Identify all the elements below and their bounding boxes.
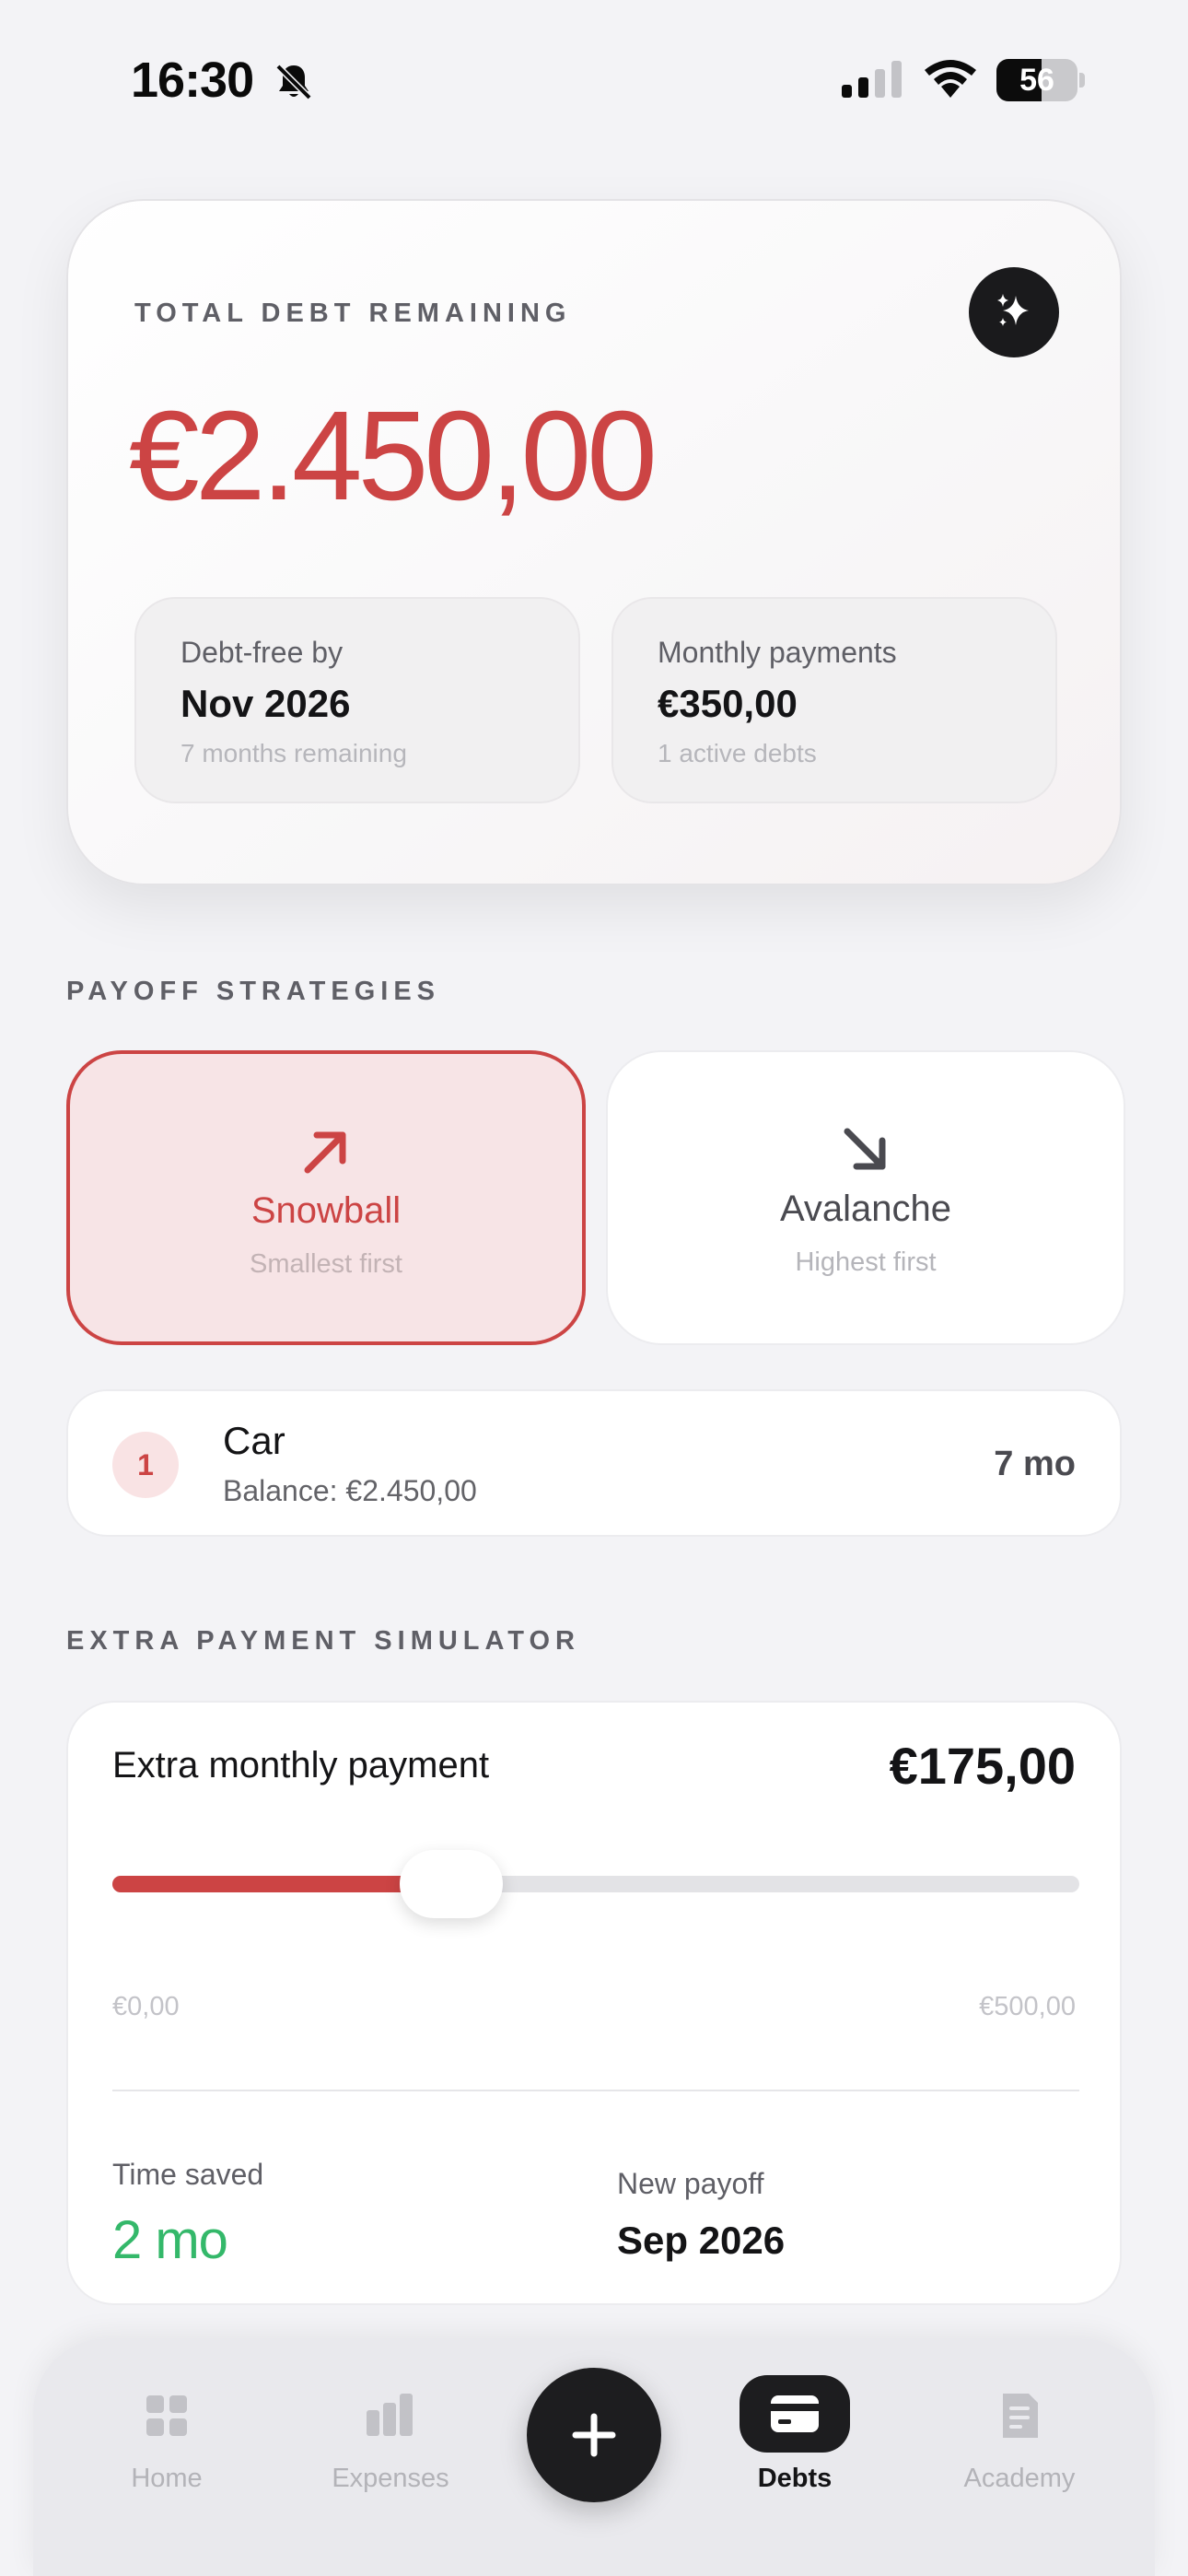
cellular-signal-icon	[842, 61, 902, 98]
divider	[112, 2090, 1079, 2091]
status-bar: 16:30 56	[0, 0, 1188, 138]
arrow-up-right-icon	[304, 1131, 346, 1174]
tab-label: Academy	[963, 2464, 1076, 2493]
months-remaining: 7 months remaining	[181, 739, 407, 767]
tab-label: Debts	[757, 2464, 833, 2493]
document-icon	[1003, 2394, 1038, 2438]
plus-icon	[572, 2413, 616, 2457]
total-debt-heading: TOTAL DEBT REMAINING	[134, 299, 572, 328]
tab-debts[interactable]: Debts	[703, 2375, 887, 2510]
ai-insights-button[interactable]	[969, 267, 1059, 357]
new-payoff-label: New payoff	[617, 2167, 764, 2200]
slider-thumb[interactable]	[399, 1850, 503, 1918]
strategy-description: Smallest first	[250, 1249, 402, 1279]
battery-indicator: 56	[996, 59, 1085, 101]
status-time: 16:30	[131, 53, 254, 108]
debt-name: Car	[223, 1419, 285, 1462]
debts-screen: 16:30 56 TOTAL DEBT REMAINING €2.450,00 …	[0, 0, 1188, 2576]
debt-free-label: Debt-free by	[181, 636, 344, 669]
extra-payment-amount: €175,00	[889, 1737, 1076, 1795]
strategy-snowball-button[interactable]: Snowball Smallest first	[66, 1050, 586, 1345]
total-debt-card: TOTAL DEBT REMAINING €2.450,00 Debt-free…	[66, 199, 1122, 885]
strategy-name: Avalanche	[779, 1188, 952, 1229]
total-debt-amount: €2.450,00	[129, 385, 658, 527]
tab-label: Home	[131, 2464, 203, 2493]
payoff-strategies-heading: PAYOFF STRATEGIES	[66, 977, 441, 1006]
monthly-payments-amount: €350,00	[658, 682, 798, 725]
tab-home[interactable]: Home	[75, 2390, 259, 2510]
time-saved-label: Time saved	[112, 2158, 264, 2191]
wifi-icon	[925, 60, 976, 98]
debt-list-item[interactable]: 1 Car Balance: €2.450,00 7 mo	[66, 1389, 1122, 1537]
active-tab-indicator	[740, 2375, 850, 2453]
active-debts-count: 1 active debts	[658, 739, 817, 767]
add-button[interactable]	[527, 2368, 661, 2502]
bell-off-icon	[275, 64, 312, 100]
new-payoff-date: Sep 2026	[617, 2219, 786, 2262]
sparkle-icon	[997, 294, 1029, 326]
debt-free-date: Nov 2026	[181, 682, 351, 725]
extra-payment-simulator-card: Extra monthly payment €175,00 €0,00 €500…	[66, 1701, 1122, 2305]
time-saved-value: 2 mo	[112, 2210, 228, 2270]
tab-academy[interactable]: Academy	[927, 2390, 1112, 2510]
slider-min-label: €0,00	[112, 1992, 180, 2021]
strategy-description: Highest first	[795, 1247, 937, 1277]
debt-free-card: Debt-free by Nov 2026 7 months remaining	[134, 597, 580, 803]
arrow-down-right-icon	[844, 1128, 886, 1170]
credit-card-icon	[771, 2395, 819, 2432]
extra-payment-slider[interactable]	[112, 1850, 1079, 1918]
grid-icon	[146, 2395, 187, 2436]
tab-label: Expenses	[332, 2464, 449, 2493]
strategy-name: Snowball	[250, 1190, 402, 1231]
monthly-payments-label: Monthly payments	[658, 636, 897, 669]
battery-percent: 56	[1019, 63, 1054, 98]
monthly-payments-card: Monthly payments €350,00 1 active debts	[611, 597, 1057, 803]
debt-months-remaining: 7 mo	[994, 1445, 1076, 1483]
debt-balance: Balance: €2.450,00	[223, 1474, 477, 1507]
payoff-order-badge: 1	[112, 1432, 179, 1498]
bar-chart-icon	[367, 2394, 413, 2436]
strategy-avalanche-button[interactable]: Avalanche Highest first	[606, 1050, 1125, 1345]
slider-max-label: €500,00	[979, 1992, 1076, 2021]
extra-payment-label: Extra monthly payment	[112, 1745, 490, 1786]
extra-payment-simulator-heading: EXTRA PAYMENT SIMULATOR	[66, 1626, 580, 1656]
tab-expenses[interactable]: Expenses	[298, 2390, 483, 2510]
